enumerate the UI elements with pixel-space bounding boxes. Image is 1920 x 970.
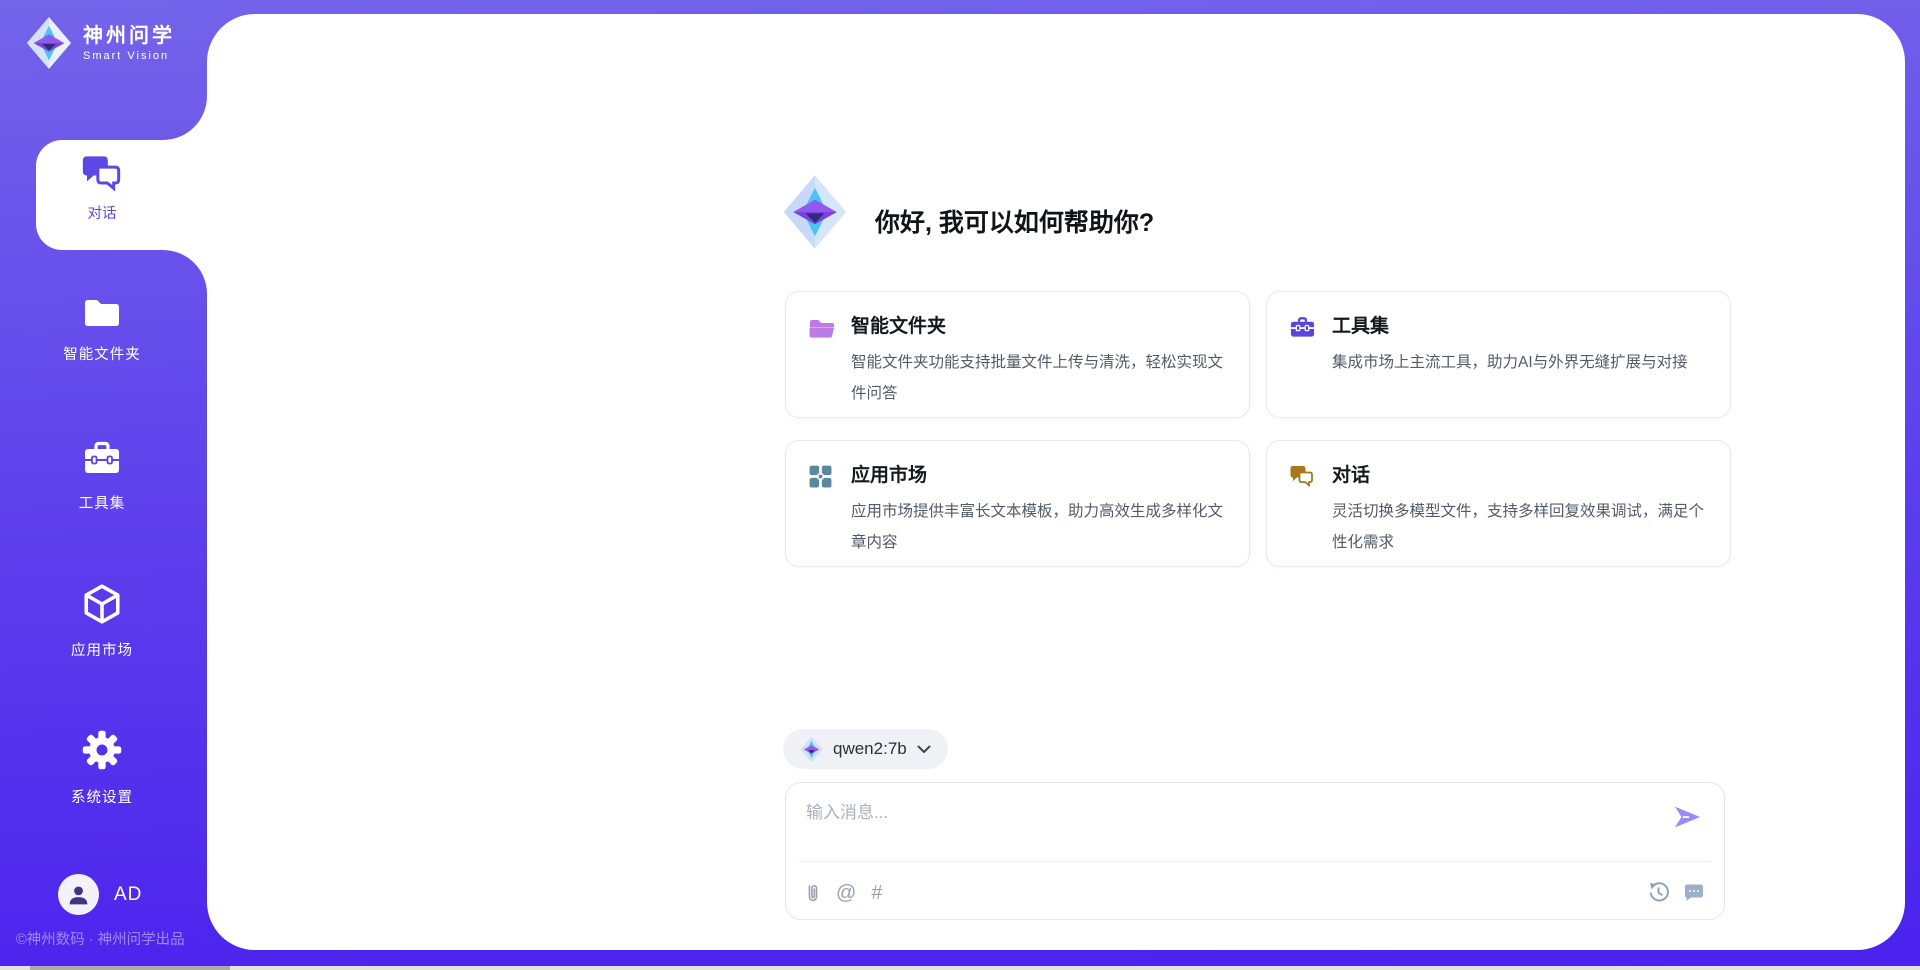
message-composer: @ #: [785, 782, 1725, 920]
user-name: AD: [114, 884, 142, 906]
sidebar-item-toolset[interactable]: 工具集: [32, 440, 172, 513]
chat-bubbles-icon: [1289, 464, 1315, 493]
briefcase-icon: [1289, 315, 1316, 344]
composer-left-tools: @ #: [805, 882, 882, 904]
tab-curve-bottom: [163, 250, 207, 294]
card-title: 应用市场: [851, 460, 927, 487]
scrollbar-thumb[interactable]: [30, 966, 230, 970]
card-title: 智能文件夹: [851, 311, 946, 338]
card-description: 应用市场提供丰富长文本模板，助力高效生成多样化文章内容: [851, 496, 1223, 558]
brand-text: 神州问学 Smart Vision: [83, 24, 175, 62]
feature-cards: 智能文件夹 智能文件夹功能支持批量文件上传与清洗，轻松实现文件问答 工具集 集成…: [785, 291, 1731, 567]
composer-divider: [799, 861, 1711, 862]
grid-icon: [808, 464, 833, 494]
app-screen: 你好, 我可以如何帮助你? 智能文件夹 智能文件夹功能支持批量文件上传与清洗，轻…: [0, 0, 1920, 970]
gear-icon: [80, 759, 124, 776]
person-avatar-icon: [58, 874, 99, 915]
sidebar-item-label: 应用市场: [32, 639, 172, 660]
topic-icon[interactable]: #: [871, 882, 882, 904]
brand-diamond-icon: [26, 16, 72, 70]
user-account[interactable]: AD: [58, 874, 142, 915]
card-smart-folder[interactable]: 智能文件夹 智能文件夹功能支持批量文件上传与清洗，轻松实现文件问答: [785, 291, 1250, 418]
sidebar-item-settings[interactable]: 系统设置: [32, 728, 172, 807]
card-description: 集成市场上主流工具，助力AI与外界无缝扩展与对接: [1332, 347, 1704, 378]
model-selector[interactable]: qwen2:7b: [783, 729, 948, 769]
horizontal-scrollbar[interactable]: [0, 966, 1920, 970]
card-toolset[interactable]: 工具集 集成市场上主流工具，助力AI与外界无缝扩展与对接: [1266, 291, 1731, 418]
sidebar-item-label: 工具集: [32, 492, 172, 513]
chat-bubbles-icon: [80, 153, 124, 198]
composer-right-tools: [1647, 881, 1705, 904]
card-chat[interactable]: 对话 灵活切换多模型文件，支持多样回复效果调试，满足个性化需求: [1266, 440, 1731, 567]
history-icon[interactable]: [1647, 881, 1670, 904]
card-description: 灵活切换多模型文件，支持多样回复效果调试，满足个性化需求: [1332, 496, 1704, 558]
greeting-title: 你好, 我可以如何帮助你?: [875, 203, 1154, 239]
sidebar-item-label: 智能文件夹: [32, 343, 172, 364]
chevron-down-icon: [917, 745, 931, 754]
copyright-text: ©神州数码 · 神州问学出品: [16, 928, 185, 949]
sidebar-item-label: 对话: [36, 202, 168, 223]
mention-icon[interactable]: @: [836, 882, 856, 904]
brand-diamond-icon: [800, 736, 823, 763]
feedback-bubble-icon[interactable]: [1683, 883, 1705, 903]
sidebar-item-label: 系统设置: [32, 786, 172, 807]
brand-diamond-icon: [782, 174, 848, 255]
send-icon[interactable]: [1673, 805, 1702, 834]
card-title: 工具集: [1332, 311, 1389, 338]
sidebar-item-chat[interactable]: 对话: [36, 140, 207, 250]
tab-curve-top: [163, 96, 207, 140]
sidebar-item-smart-folder[interactable]: 智能文件夹: [32, 295, 172, 364]
card-title: 对话: [1332, 460, 1370, 487]
main-content-panel: 你好, 我可以如何帮助你? 智能文件夹 智能文件夹功能支持批量文件上传与清洗，轻…: [207, 14, 1905, 950]
sidebar-item-app-market[interactable]: 应用市场: [32, 583, 172, 660]
message-input[interactable]: [806, 798, 1661, 854]
brand-name: 神州问学: [83, 24, 175, 48]
folder-icon: [82, 316, 122, 333]
toolbox-icon: [82, 465, 122, 482]
app-logo: 神州问学 Smart Vision: [26, 16, 175, 70]
card-description: 智能文件夹功能支持批量文件上传与清洗，轻松实现文件问答: [851, 347, 1223, 409]
attachment-icon[interactable]: [805, 882, 821, 904]
folder-open-icon: [808, 315, 835, 344]
cube-icon: [81, 612, 123, 629]
model-name: qwen2:7b: [833, 739, 907, 759]
brand-subtitle: Smart Vision: [83, 50, 175, 62]
card-app-market[interactable]: 应用市场 应用市场提供丰富长文本模板，助力高效生成多样化文章内容: [785, 440, 1250, 567]
